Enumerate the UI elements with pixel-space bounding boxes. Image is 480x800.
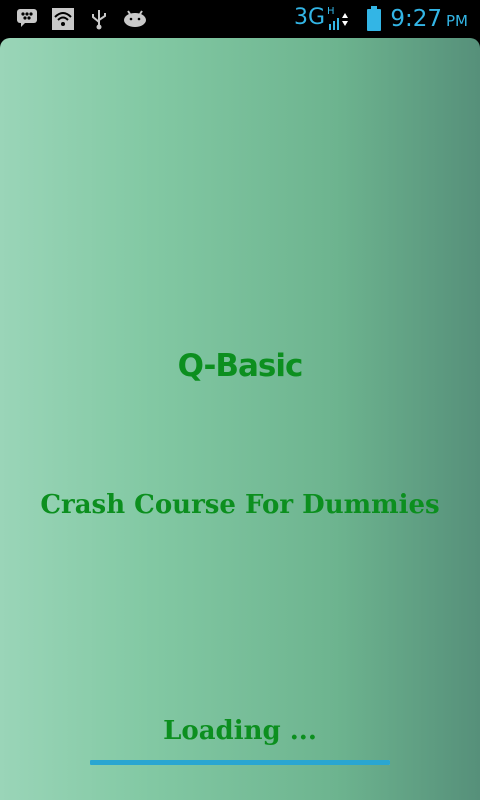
status-bar: 3G H 9:27 PM [0,0,480,38]
bbm-icon [16,8,38,28]
signal-icon: H [326,4,352,36]
loading-progress-fill [90,760,390,765]
splash-screen: Q-Basic Crash Course For Dummies Loading… [0,38,480,800]
app-subtitle: Crash Course For Dummies [40,490,440,520]
clock-ampm: PM [446,12,468,30]
app-title: Q-Basic [177,348,304,384]
loading-progress-bar [90,760,390,765]
battery-icon [366,6,382,32]
usb-icon [90,8,108,30]
network-type-label: 3G [294,5,326,30]
clock: 9:27 PM [390,6,468,32]
clock-time: 9:27 [390,6,442,32]
network-sub-label: H [327,6,335,17]
wifi-icon [52,8,74,30]
loading-label: Loading ... [163,716,317,746]
android-debug-icon [122,8,148,28]
